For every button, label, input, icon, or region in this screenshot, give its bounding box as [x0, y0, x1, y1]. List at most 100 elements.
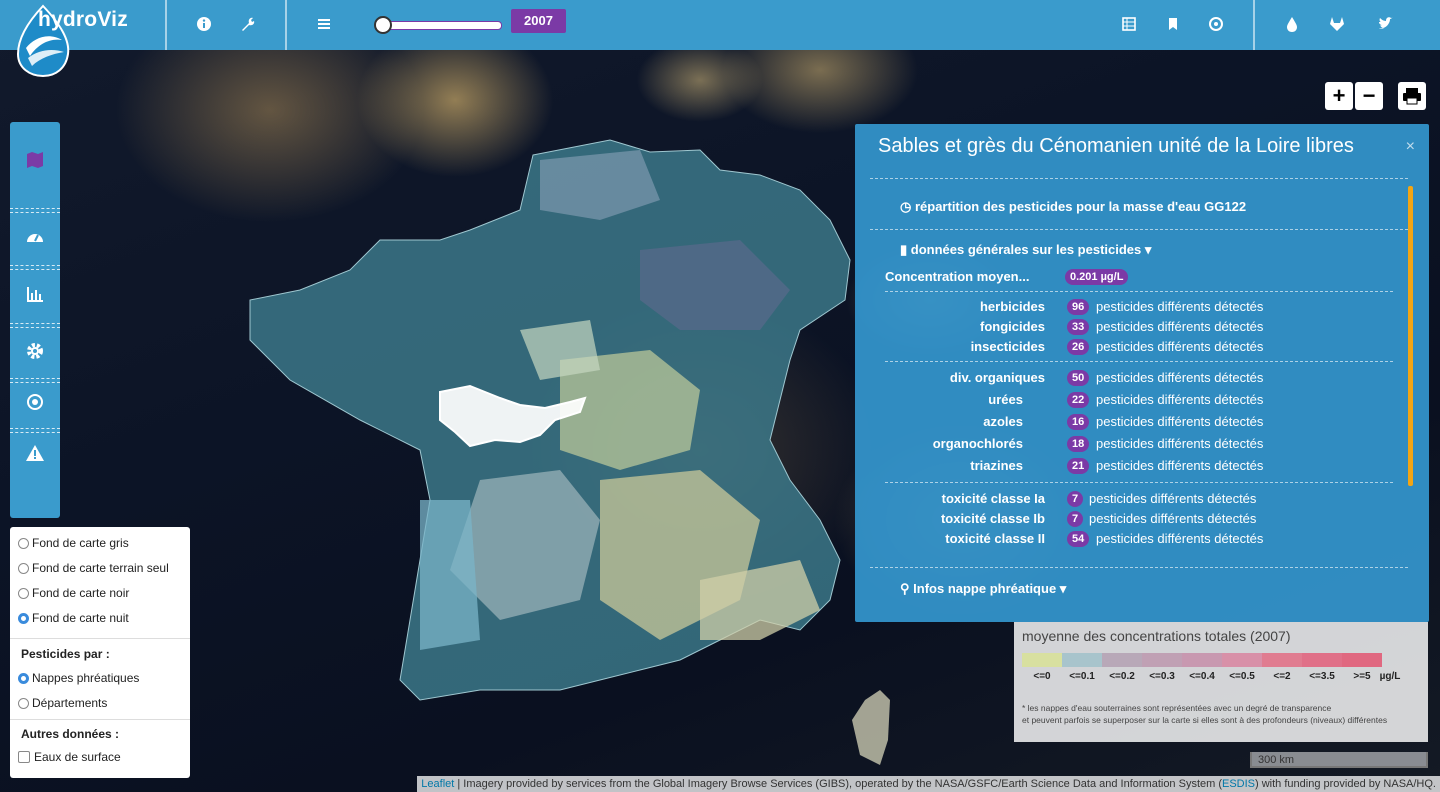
surface-water-option[interactable]: Eaux de surface — [18, 747, 121, 767]
map-legend: moyenne des concentrations totales (2007… — [1014, 622, 1428, 742]
basemap-terrain-label: Fond de carte terrain seul — [32, 561, 169, 575]
menu-icon[interactable] — [313, 13, 335, 35]
print-button[interactable] — [1398, 82, 1426, 110]
caret-down-icon: ▾ — [1059, 581, 1067, 596]
pesticide-row: toxicité classe Ib 7 pesticides différen… — [855, 509, 1429, 529]
checkbox[interactable] — [18, 751, 30, 763]
bar-chart-icon: ▮ — [900, 242, 908, 257]
radio-button[interactable] — [18, 587, 29, 599]
radio-button-selected[interactable] — [18, 612, 29, 624]
esdis-link[interactable]: ESDIS — [1222, 778, 1255, 790]
year-slider[interactable] — [374, 14, 502, 34]
radio-button[interactable] — [18, 537, 29, 549]
repartition-section-toggle[interactable]: ◷ répartition des pesticides pour la mas… — [900, 199, 1246, 215]
pesticide-row: herbicides 96 pesticides différents déte… — [855, 297, 1429, 317]
popup-divider — [885, 361, 1393, 362]
legend-label: <=0.1 — [1069, 671, 1095, 682]
target-icon[interactable] — [1205, 13, 1227, 35]
gitlab-icon[interactable] — [1326, 13, 1348, 35]
legend-label: <=0.4 — [1189, 671, 1215, 682]
popup-divider — [870, 567, 1408, 568]
pesticides-departments-option[interactable]: Départements — [18, 693, 107, 713]
legend-swatch — [1222, 653, 1262, 667]
detected-text: pesticides différents détectés — [1096, 339, 1264, 354]
twitter-icon[interactable] — [1375, 13, 1397, 35]
detected-text: pesticides différents détectés — [1096, 414, 1264, 429]
count-badge: 96 — [1067, 299, 1090, 315]
pesticide-label: toxicité classe Ia — [941, 491, 1045, 506]
sidebar-item-map[interactable] — [10, 140, 60, 180]
sidebar-item-dashboard[interactable] — [10, 218, 60, 258]
year-slider-track[interactable] — [380, 21, 502, 30]
detected-text: pesticides différents détectés — [1089, 511, 1257, 526]
layers-divider — [10, 638, 190, 639]
zoom-in-button[interactable]: + — [1325, 82, 1353, 110]
corsica[interactable] — [852, 690, 890, 765]
sidebar-divider — [10, 323, 60, 324]
radio-button[interactable] — [18, 697, 29, 709]
water-drop-icon[interactable] — [1281, 13, 1303, 35]
pesticides-departments-label: Départements — [32, 696, 108, 710]
sidebar-item-target[interactable] — [10, 382, 60, 422]
basemap-black-option[interactable]: Fond de carte noir — [18, 583, 129, 603]
legend-unit: µg/L — [1379, 671, 1401, 682]
radio-button[interactable] — [18, 562, 29, 574]
aquifer-region[interactable] — [420, 500, 480, 650]
legend-swatch — [1022, 653, 1062, 667]
leaflet-link[interactable]: Leaflet — [421, 778, 454, 790]
attribution-text: | Imagery provided by services from the … — [454, 778, 1222, 790]
bar-chart-icon — [27, 287, 43, 302]
radio-button-selected[interactable] — [18, 672, 29, 684]
close-icon[interactable]: × — [1406, 138, 1415, 156]
count-badge: 21 — [1067, 458, 1090, 474]
pesticide-row: toxicité classe Ia 7 pesticides différen… — [855, 489, 1429, 509]
pesticides-header: Pesticides par : — [21, 647, 110, 661]
basemap-terrain-option[interactable]: Fond de carte terrain seul — [18, 558, 169, 578]
basemap-night-option[interactable]: Fond de carte nuit — [18, 608, 129, 628]
detected-text: pesticides différents détectés — [1089, 491, 1257, 506]
general-section-label: données générales sur les pesticides — [910, 242, 1142, 257]
count-badge: 22 — [1067, 392, 1090, 408]
popup-divider — [885, 482, 1393, 483]
legend-swatch — [1142, 653, 1182, 667]
pesticide-row: fongicides 33 pesticides différents déte… — [855, 317, 1429, 337]
pesticide-label: urées — [988, 392, 1023, 407]
bookmark-icon[interactable] — [1162, 13, 1184, 35]
info-icon[interactable] — [193, 13, 215, 35]
legend-label: <=0 — [1033, 671, 1051, 682]
left-sidebar — [10, 122, 60, 518]
sidebar-item-settings[interactable] — [10, 331, 60, 371]
pesticides-aquifers-label: Nappes phréatiques — [32, 671, 140, 685]
concentration-label: Concentration moyen... — [885, 269, 1030, 284]
nappe-section-toggle[interactable]: ⚲ Infos nappe phréatique ▾ — [900, 581, 1066, 597]
toolbar-divider — [1253, 0, 1255, 50]
pesticide-label: insecticides — [970, 339, 1045, 354]
warning-icon — [26, 445, 44, 461]
sidebar-item-charts[interactable] — [10, 274, 60, 314]
general-section-toggle[interactable]: ▮ données générales sur les pesticides ▾ — [900, 242, 1151, 258]
other-data-header: Autres données : — [21, 727, 120, 741]
popup-divider — [870, 178, 1408, 179]
detected-text: pesticides différents détectés — [1096, 392, 1264, 407]
detected-text: pesticides différents détectés — [1096, 436, 1264, 451]
basemap-grey-option[interactable]: Fond de carte gris — [18, 533, 129, 553]
count-badge: 16 — [1067, 414, 1090, 430]
count-badge: 33 — [1067, 319, 1090, 335]
legend-swatch — [1262, 653, 1302, 667]
pesticides-aquifers-option[interactable]: Nappes phréatiques — [18, 668, 139, 688]
wrench-icon[interactable] — [237, 13, 259, 35]
sidebar-item-warning[interactable] — [10, 433, 60, 473]
toolbar-divider — [285, 0, 287, 50]
year-badge: 2007 — [511, 9, 566, 33]
pesticide-row: triazines 21 pesticides différents détec… — [855, 456, 1429, 476]
toolbar-divider — [165, 0, 167, 50]
zoom-out-button[interactable]: − — [1355, 82, 1383, 110]
legend-label: <=2 — [1273, 671, 1291, 682]
attribution-text-end: ) with funding provided by NASA/HQ. — [1255, 778, 1436, 790]
year-slider-thumb[interactable] — [374, 16, 392, 34]
legend-note: et peuvent parfois se superposer sur la … — [1022, 715, 1388, 725]
sidebar-divider — [10, 208, 60, 209]
sidebar-divider — [10, 212, 60, 213]
table-icon[interactable] — [1118, 13, 1140, 35]
legend-label: <=0.2 — [1109, 671, 1135, 682]
